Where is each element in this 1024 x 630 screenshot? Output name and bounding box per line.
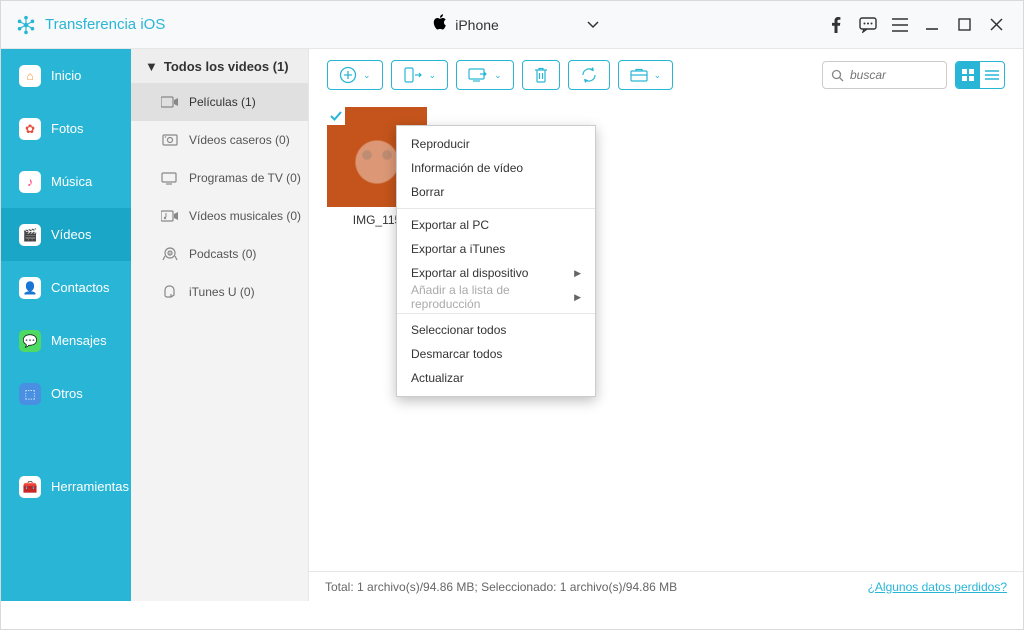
- facebook-icon[interactable]: [827, 16, 845, 34]
- mensajes-icon: 💬: [19, 330, 41, 352]
- sidebar-item-label: Mensajes: [51, 333, 107, 348]
- menu-item[interactable]: Desmarcar todos: [397, 342, 595, 366]
- sidebar-item-inicio[interactable]: ⌂ Inicio: [1, 49, 131, 102]
- sidebar-item-label: Herramientas: [51, 479, 129, 494]
- toolbar: ⌄ ⌄ ⌄ ⌄: [309, 49, 1023, 101]
- delete-button[interactable]: [522, 60, 560, 90]
- sidebar-item-label: Fotos: [51, 121, 84, 136]
- feedback-icon[interactable]: [859, 16, 877, 34]
- view-toggle: [955, 61, 1005, 89]
- search-input[interactable]: [850, 68, 930, 82]
- sidebar-item-label: Otros: [51, 386, 83, 401]
- menu-item[interactable]: Reproducir: [397, 132, 595, 156]
- menu-item[interactable]: Exportar a iTunes: [397, 237, 595, 261]
- category-item[interactable]: iTunes U (0): [131, 273, 308, 311]
- category-icon: [161, 209, 179, 223]
- category-icon: [161, 133, 179, 147]
- apple-icon: [433, 14, 447, 35]
- refresh-button[interactable]: [568, 60, 610, 90]
- herramientas-icon: 🧰: [19, 476, 41, 498]
- export-to-device-button[interactable]: ⌄: [391, 60, 449, 90]
- menu-icon[interactable]: [891, 16, 909, 34]
- vídeos-icon: 🎬: [19, 224, 41, 246]
- sidebar-item-mensajes[interactable]: 💬 Mensajes: [1, 314, 131, 367]
- category-item[interactable]: Podcasts (0): [131, 235, 308, 273]
- category-icon: [161, 95, 179, 109]
- status-bar: Total: 1 archivo(s)/94.86 MB; Selecciona…: [309, 571, 1023, 601]
- chevron-down-icon: ⌄: [429, 70, 437, 81]
- category-icon: [161, 247, 179, 261]
- menu-item[interactable]: Seleccionar todos: [397, 318, 595, 342]
- collapse-triangle-icon: ▼: [145, 59, 158, 74]
- video-grid: IMG_115 ReproducirInformación de vídeoBo…: [309, 101, 1023, 571]
- category-label: Películas (1): [189, 95, 256, 109]
- sidebar-item-otros[interactable]: ⬚ Otros: [1, 367, 131, 420]
- fotos-icon: ✿: [19, 118, 41, 140]
- sidebar-item-label: Inicio: [51, 68, 81, 83]
- menu-item[interactable]: Borrar: [397, 180, 595, 204]
- chevron-down-icon: ⌄: [363, 70, 371, 81]
- inicio-icon: ⌂: [19, 65, 41, 87]
- menu-separator: [397, 313, 595, 314]
- maximize-icon[interactable]: [955, 16, 973, 34]
- category-label: Vídeos caseros (0): [189, 133, 290, 147]
- música-icon: ♪: [19, 171, 41, 193]
- sidebar-item-música[interactable]: ♪ Música: [1, 155, 131, 208]
- category-label: Programas de TV (0): [189, 171, 301, 185]
- titlebar: Transferencia iOS iPhone: [1, 1, 1023, 49]
- category-label: Podcasts (0): [189, 247, 256, 261]
- otros-icon: ⬚: [19, 383, 41, 405]
- chevron-down-icon: ⌄: [654, 70, 662, 81]
- search-box[interactable]: [822, 61, 947, 89]
- sidebar-item-vídeos[interactable]: 🎬 Vídeos: [1, 208, 131, 261]
- category-item[interactable]: Vídeos caseros (0): [131, 121, 308, 159]
- sidebar-item-fotos[interactable]: ✿ Fotos: [1, 102, 131, 155]
- sidebar-item-label: Música: [51, 174, 92, 189]
- add-button[interactable]: ⌄: [327, 60, 383, 90]
- app-logo-icon: [15, 14, 37, 36]
- category-icon: [161, 171, 179, 185]
- category-item[interactable]: Programas de TV (0): [131, 159, 308, 197]
- sidebar: ⌂ Inicio ✿ Fotos ♪ Música 🎬 Vídeos 👤 Contactos 💬 Me…: [1, 49, 131, 601]
- brand: Transferencia iOS: [1, 14, 201, 36]
- video-categories-panel: ▼ Todos los videos (1) Películas (1) Víde…: [131, 49, 309, 601]
- app-title: Transferencia iOS: [45, 16, 165, 33]
- menu-item[interactable]: Exportar al PC: [397, 213, 595, 237]
- status-text: Total: 1 archivo(s)/94.86 MB; Selecciona…: [325, 580, 677, 594]
- chevron-down-icon: [587, 16, 599, 34]
- list-view-button[interactable]: [980, 62, 1004, 88]
- sidebar-item-herramientas[interactable]: 🧰 Herramientas: [1, 460, 131, 513]
- submenu-arrow-icon: ▶: [574, 292, 581, 303]
- menu-item[interactable]: Exportar al dispositivo▶: [397, 261, 595, 285]
- menu-separator: [397, 208, 595, 209]
- category-label: iTunes U (0): [189, 285, 255, 299]
- chevron-down-icon: ⌄: [494, 70, 502, 81]
- toolbox-button[interactable]: ⌄: [618, 60, 674, 90]
- thumbnail-checkbox[interactable]: [327, 107, 345, 125]
- menu-item[interactable]: Información de vídeo: [397, 156, 595, 180]
- device-picker[interactable]: iPhone: [401, 14, 631, 35]
- window-controls: [827, 16, 1023, 34]
- content-area: ⌄ ⌄ ⌄ ⌄: [309, 49, 1023, 601]
- device-name: iPhone: [455, 17, 499, 33]
- close-icon[interactable]: [987, 16, 1005, 34]
- search-icon: [831, 69, 844, 82]
- menu-item[interactable]: Actualizar: [397, 366, 595, 390]
- export-to-pc-button[interactable]: ⌄: [456, 60, 514, 90]
- category-icon: [161, 285, 179, 299]
- grid-view-button[interactable]: [956, 62, 980, 88]
- menu-item: Añadir a la lista de reproducción▶: [397, 285, 595, 309]
- category-item[interactable]: Vídeos musicales (0): [131, 197, 308, 235]
- missing-data-link[interactable]: ¿Algunos datos perdidos?: [868, 580, 1007, 594]
- category-item[interactable]: Películas (1): [131, 83, 308, 121]
- sidebar-item-label: Contactos: [51, 280, 110, 295]
- sidebar-item-label: Vídeos: [51, 227, 91, 242]
- submenu-arrow-icon: ▶: [574, 268, 581, 279]
- category-label: Vídeos musicales (0): [189, 209, 301, 223]
- subpanel-header[interactable]: ▼ Todos los videos (1): [131, 49, 308, 83]
- contactos-icon: 👤: [19, 277, 41, 299]
- context-menu: ReproducirInformación de vídeoBorrar Expo…: [396, 125, 596, 397]
- sidebar-item-contactos[interactable]: 👤 Contactos: [1, 261, 131, 314]
- minimize-icon[interactable]: [923, 16, 941, 34]
